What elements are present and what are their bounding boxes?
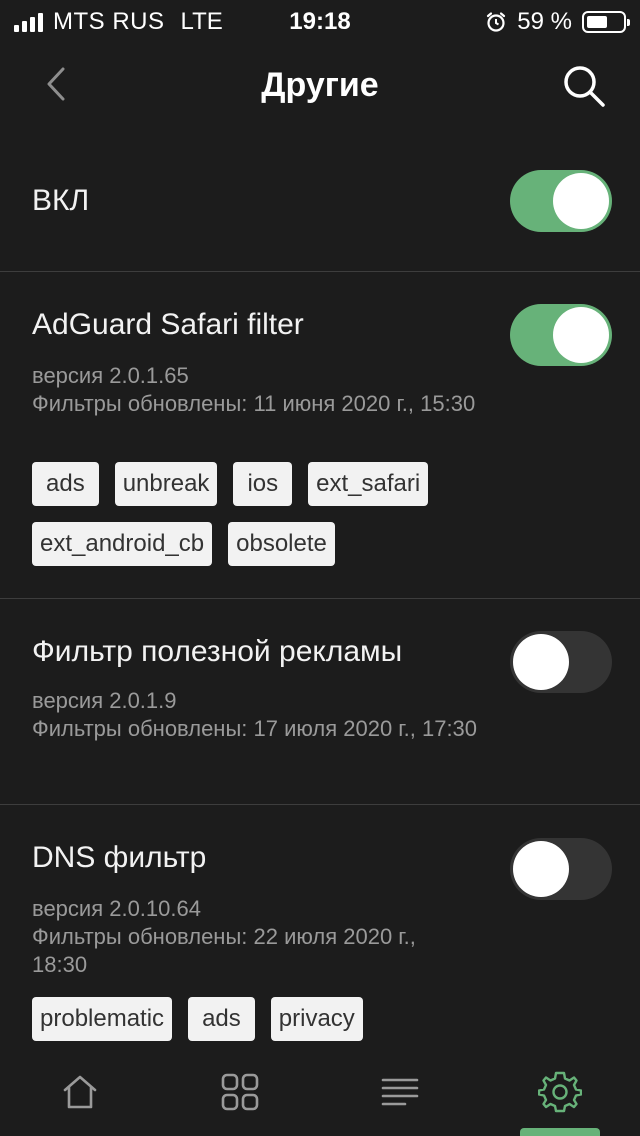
tag[interactable]: problematic xyxy=(32,997,173,1041)
filter-title: Фильтр полезной рекламы xyxy=(32,635,403,668)
master-toggle-label: ВКЛ xyxy=(32,184,90,217)
filter-item[interactable]: DNS фильтр версия 2.0.10.64 Фильтры обно… xyxy=(0,805,640,1045)
tab-settings[interactable] xyxy=(520,1060,600,1124)
filter-version: версия 2.0.1.9 xyxy=(32,688,177,713)
active-tab-indicator xyxy=(520,1128,600,1136)
tag[interactable]: unbreak xyxy=(114,462,218,506)
master-toggle-switch[interactable] xyxy=(510,170,612,232)
filter-updated: Фильтры обновлены: 22 июля 2020 г., 18:3… xyxy=(32,924,416,977)
page-title: Другие xyxy=(261,66,379,104)
filter-title: DNS фильтр xyxy=(32,841,207,874)
status-right: 59 % xyxy=(485,8,630,36)
search-icon xyxy=(564,66,605,107)
filter-meta: версия 2.0.10.64 Фильтры обновлены: 22 и… xyxy=(32,895,472,979)
master-toggle-row: ВКЛ xyxy=(0,150,640,270)
alarm-icon xyxy=(487,12,506,32)
battery-fill xyxy=(587,16,608,28)
tag[interactable]: ads xyxy=(32,462,99,506)
home-icon xyxy=(63,1075,97,1109)
search-button[interactable] xyxy=(560,62,608,110)
list-icon xyxy=(381,1078,419,1106)
filter-toggle[interactable] xyxy=(510,304,612,366)
battery-icon xyxy=(582,11,630,33)
filter-meta: версия 2.0.1.9 Фильтры обновлены: 17 июл… xyxy=(32,687,482,743)
filter-updated: Фильтры обновлены: 17 июля 2020 г., 17:3… xyxy=(32,716,478,741)
filter-version: версия 2.0.10.64 xyxy=(32,896,201,921)
tab-protection[interactable] xyxy=(200,1060,280,1124)
grid-icon xyxy=(221,1073,259,1111)
filter-tags: ads unbreak ios ext_safari ext_android_c… xyxy=(32,462,472,566)
filter-updated: Фильтры обновлены: 11 июня 2020 г., 15:3… xyxy=(32,391,476,416)
filter-tags: problematic ads privacy xyxy=(32,997,472,1041)
toggle-knob xyxy=(553,307,609,363)
filter-version: версия 2.0.1.65 xyxy=(32,363,189,388)
status-bar: MTS RUS LTE 19:18 59 % xyxy=(0,0,640,42)
toggle-knob xyxy=(553,173,609,229)
tag[interactable]: privacy xyxy=(270,997,363,1041)
tag[interactable]: ads xyxy=(188,997,255,1041)
filter-item[interactable]: Фильтр полезной рекламы версия 2.0.1.9 Ф… xyxy=(0,599,640,804)
filter-title: AdGuard Safari filter xyxy=(32,308,304,341)
tag[interactable]: ext_android_cb xyxy=(32,522,213,566)
tag[interactable]: ios xyxy=(233,462,293,506)
tab-activity[interactable] xyxy=(360,1060,440,1124)
gear-icon xyxy=(538,1071,582,1113)
toggle-knob xyxy=(513,634,569,690)
tag[interactable]: ext_safari xyxy=(308,462,429,506)
tab-bar xyxy=(0,1046,640,1136)
filter-item[interactable]: AdGuard Safari filter версия 2.0.1.65 Фи… xyxy=(0,272,640,598)
battery-percent: 59 % xyxy=(517,8,572,35)
tag[interactable]: obsolete xyxy=(228,522,335,566)
filter-meta: версия 2.0.1.65 Фильтры обновлены: 11 ию… xyxy=(32,362,482,418)
filter-toggle[interactable] xyxy=(510,838,612,900)
toggle-knob xyxy=(513,841,569,897)
navigation-bar: Другие xyxy=(0,48,640,124)
filter-toggle[interactable] xyxy=(510,631,612,693)
tab-home[interactable] xyxy=(40,1060,120,1124)
